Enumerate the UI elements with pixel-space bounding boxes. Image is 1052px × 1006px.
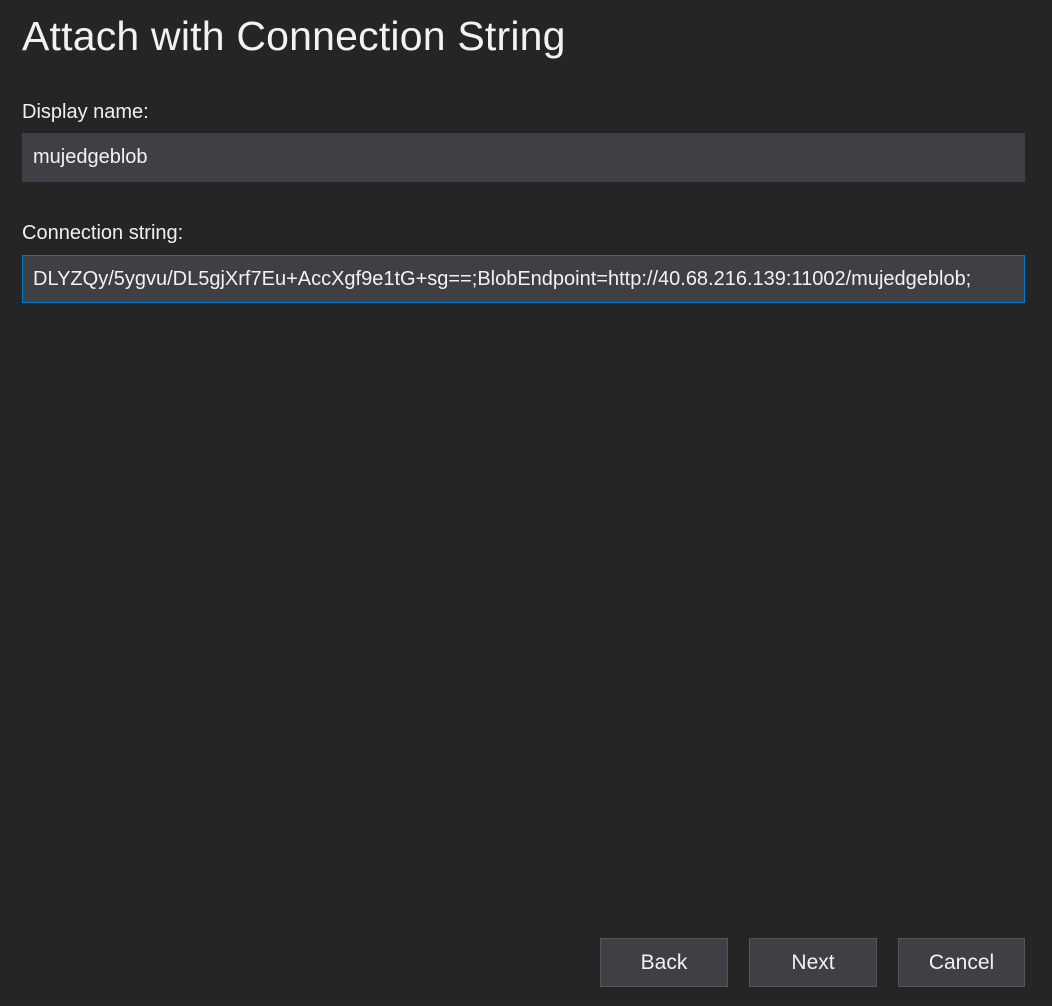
attach-connection-string-dialog: Attach with Connection String Display na… [0,0,1052,1006]
connection-string-input[interactable] [22,255,1025,303]
next-button[interactable]: Next [749,938,877,987]
page-title: Attach with Connection String [22,13,566,59]
back-button[interactable]: Back [600,938,728,987]
connection-string-label: Connection string: [22,222,184,244]
display-name-label: Display name: [22,101,149,123]
display-name-input[interactable] [22,133,1025,182]
cancel-button[interactable]: Cancel [898,938,1025,987]
